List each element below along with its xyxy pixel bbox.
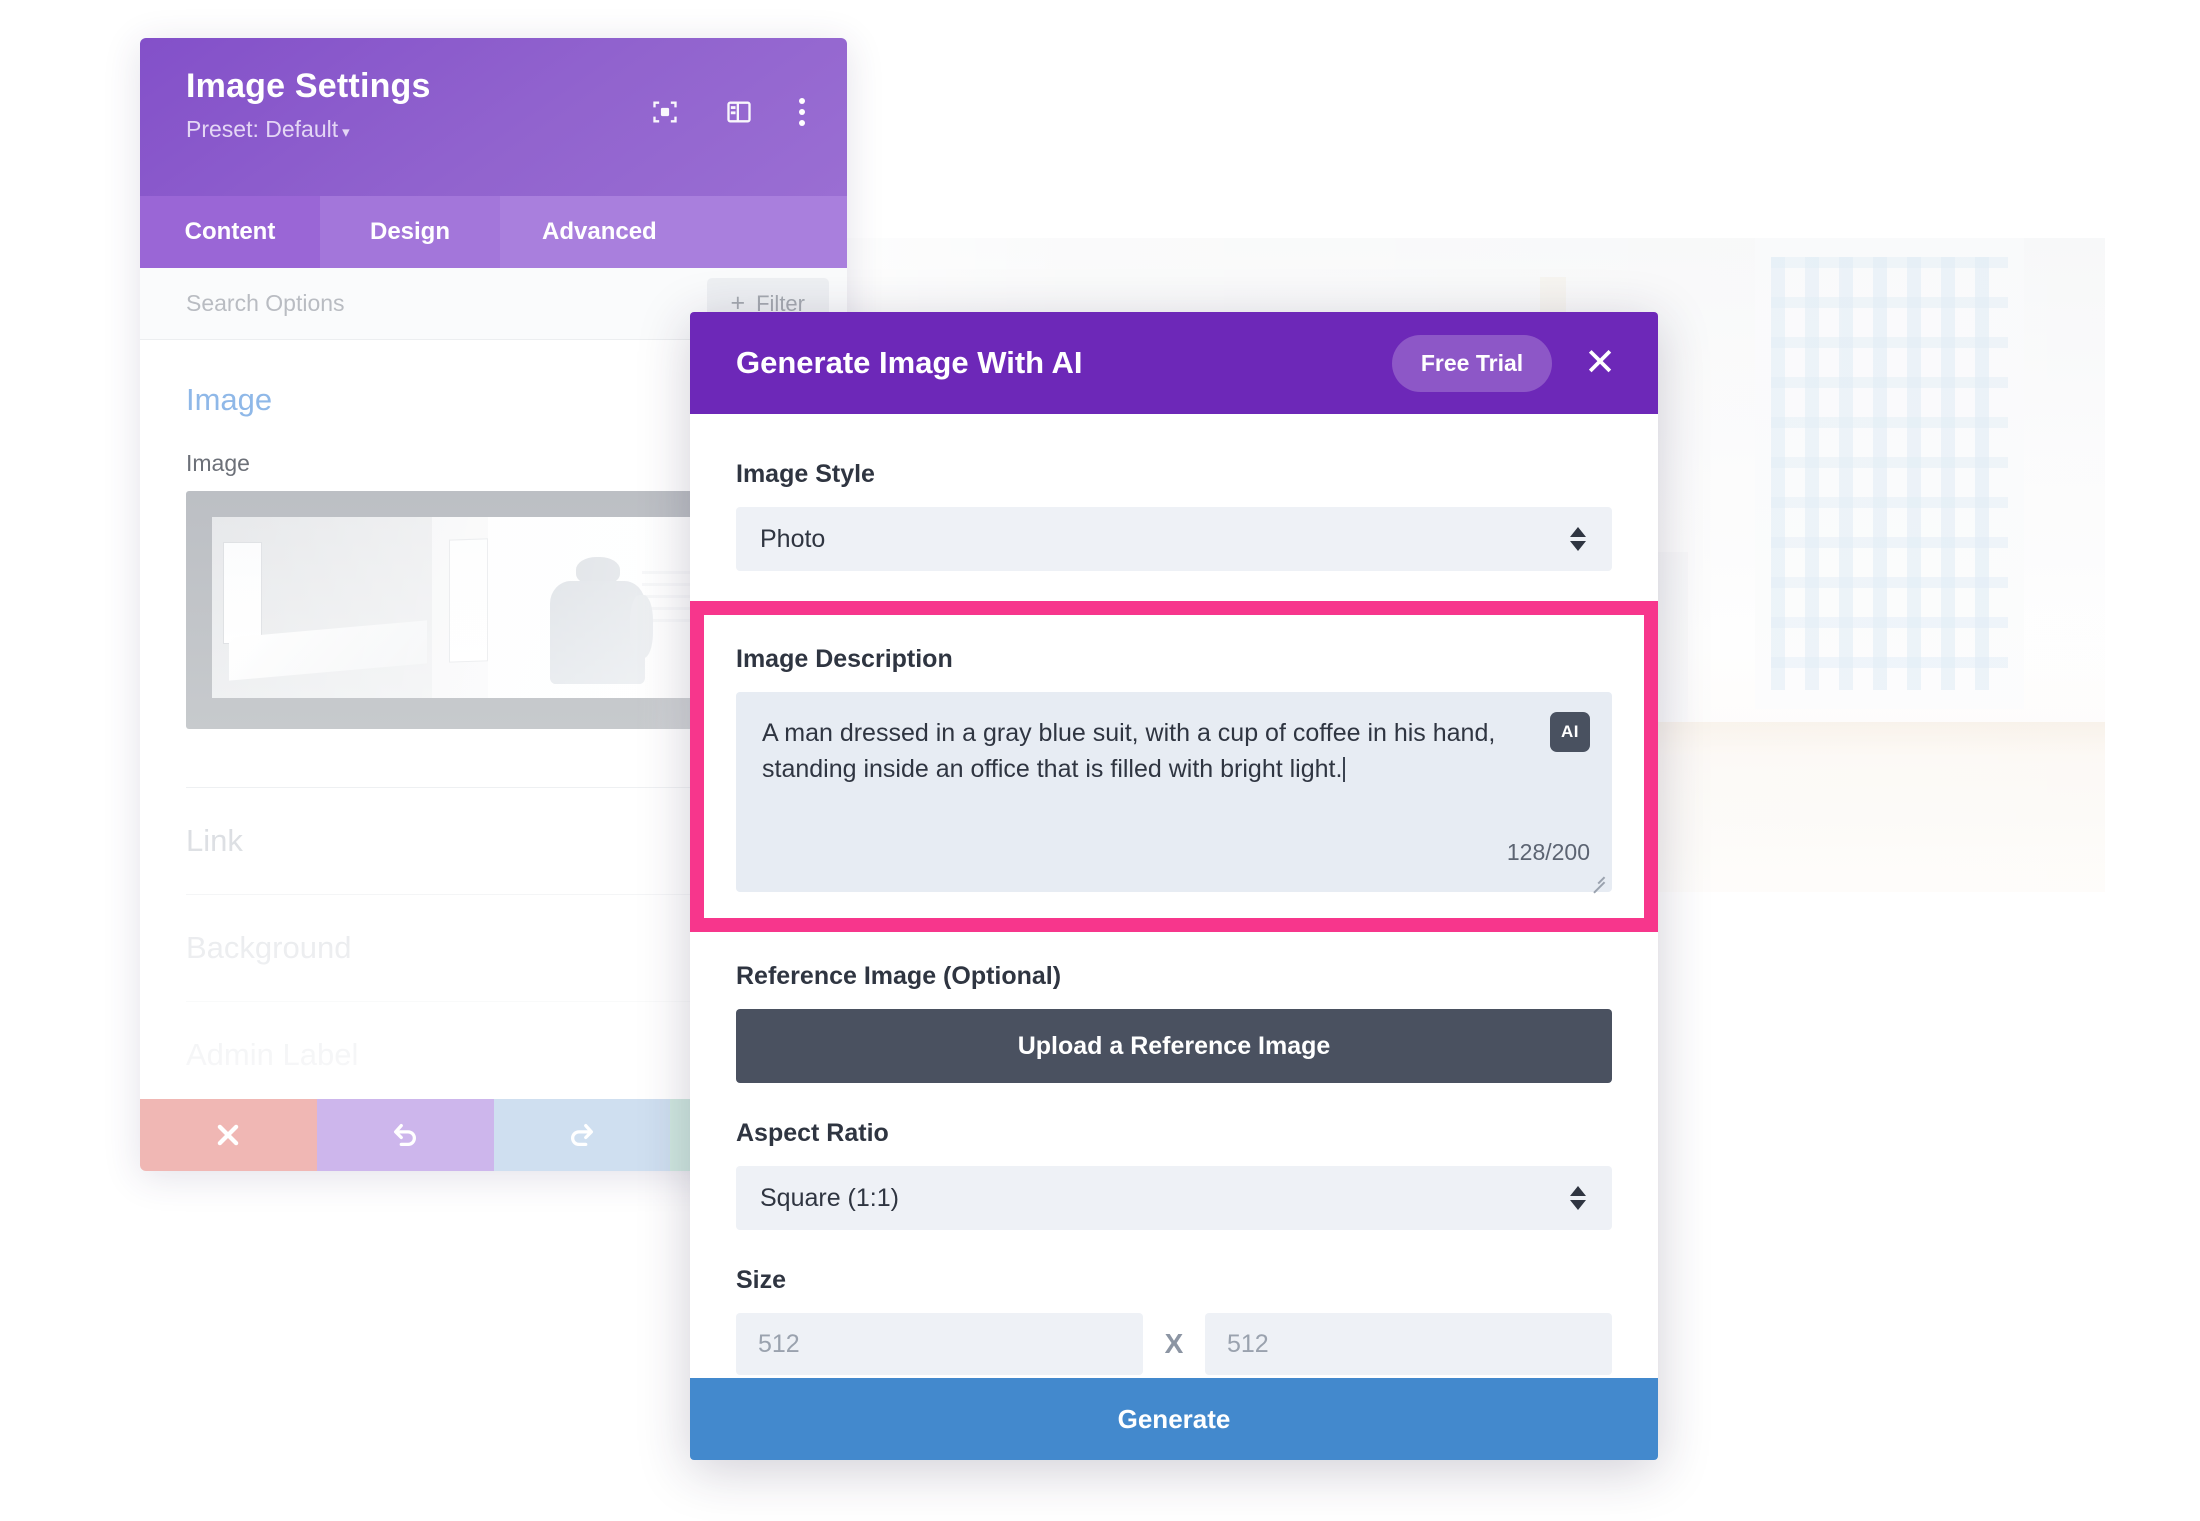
close-icon[interactable]: ✕	[1574, 340, 1626, 386]
settings-panel-header: Image Settings Preset: Default ▾	[140, 38, 847, 196]
spinner-arrows-icon	[1570, 1186, 1586, 1210]
image-style-value: Photo	[760, 524, 826, 553]
redo-icon	[570, 1124, 593, 1146]
generate-image-ai-modal: Generate Image With AI Free Trial ✕ Imag…	[690, 312, 1658, 1460]
settings-tabs: Content Design Advanced	[140, 196, 847, 268]
more-options-icon[interactable]	[799, 98, 805, 126]
image-description-highlight: Image Description A man dressed in a gra…	[690, 601, 1658, 932]
settings-header-icon-group	[651, 98, 805, 126]
screenshot-root: Image Settings Preset: Default ▾ Content…	[0, 0, 2200, 1521]
ai-modal-body: Image Style Photo Image Description A ma…	[690, 414, 1658, 1420]
image-thumbnail[interactable]	[186, 491, 766, 729]
thumbnail-scene	[212, 517, 764, 699]
focus-icon[interactable]	[651, 98, 679, 126]
close-icon	[218, 1124, 239, 1146]
height-input[interactable]: 512	[1205, 1313, 1612, 1375]
free-trial-badge[interactable]: Free Trial	[1391, 334, 1553, 392]
width-input[interactable]: 512	[736, 1313, 1143, 1375]
chevron-down-icon: ▾	[342, 124, 350, 142]
close-button[interactable]	[140, 1099, 317, 1171]
text-cursor	[1343, 756, 1346, 782]
undo-icon	[394, 1124, 417, 1146]
aspect-ratio-label: Aspect Ratio	[736, 1119, 889, 1147]
resize-handle[interactable]	[1589, 870, 1605, 886]
image-style-select[interactable]: Photo	[736, 507, 1612, 571]
ai-modal-header: Generate Image With AI Free Trial ✕	[690, 312, 1658, 414]
reference-image-label: Reference Image (Optional)	[736, 962, 1062, 990]
upload-reference-image-button[interactable]: Upload a Reference Image	[736, 1009, 1612, 1083]
aspect-ratio-value: Square (1:1)	[760, 1183, 899, 1212]
tab-design[interactable]: Design	[320, 196, 500, 268]
image-description-label: Image Description	[736, 645, 953, 673]
character-counter: 128/200	[1506, 839, 1590, 865]
ai-modal-title: Generate Image With AI	[736, 345, 1083, 380]
undo-button[interactable]	[316, 1099, 494, 1171]
preset-label: Preset: Default	[186, 116, 339, 143]
tab-advanced[interactable]: Advanced	[500, 196, 847, 268]
tab-content[interactable]: Content	[140, 196, 320, 268]
aspect-ratio-select[interactable]: Square (1:1)	[736, 1166, 1612, 1230]
spinner-arrows-icon	[1570, 527, 1586, 551]
image-description-textarea[interactable]: A man dressed in a gray blue suit, with …	[736, 692, 1612, 892]
search-input[interactable]: Search Options	[186, 290, 707, 317]
size-label: Size	[736, 1266, 787, 1294]
size-inputs-row: 512 X 512	[736, 1313, 1612, 1375]
thumbnail-light-wash	[212, 517, 764, 699]
image-style-label: Image Style	[736, 460, 875, 488]
generate-button[interactable]: Generate	[690, 1378, 1658, 1460]
image-description-value: A man dressed in a gray blue suit, with …	[762, 719, 1496, 783]
ai-assist-icon[interactable]: AI	[1550, 712, 1590, 752]
layout-icon[interactable]	[725, 98, 753, 126]
redo-button[interactable]	[493, 1099, 671, 1171]
size-separator-icon: X	[1164, 1328, 1184, 1359]
